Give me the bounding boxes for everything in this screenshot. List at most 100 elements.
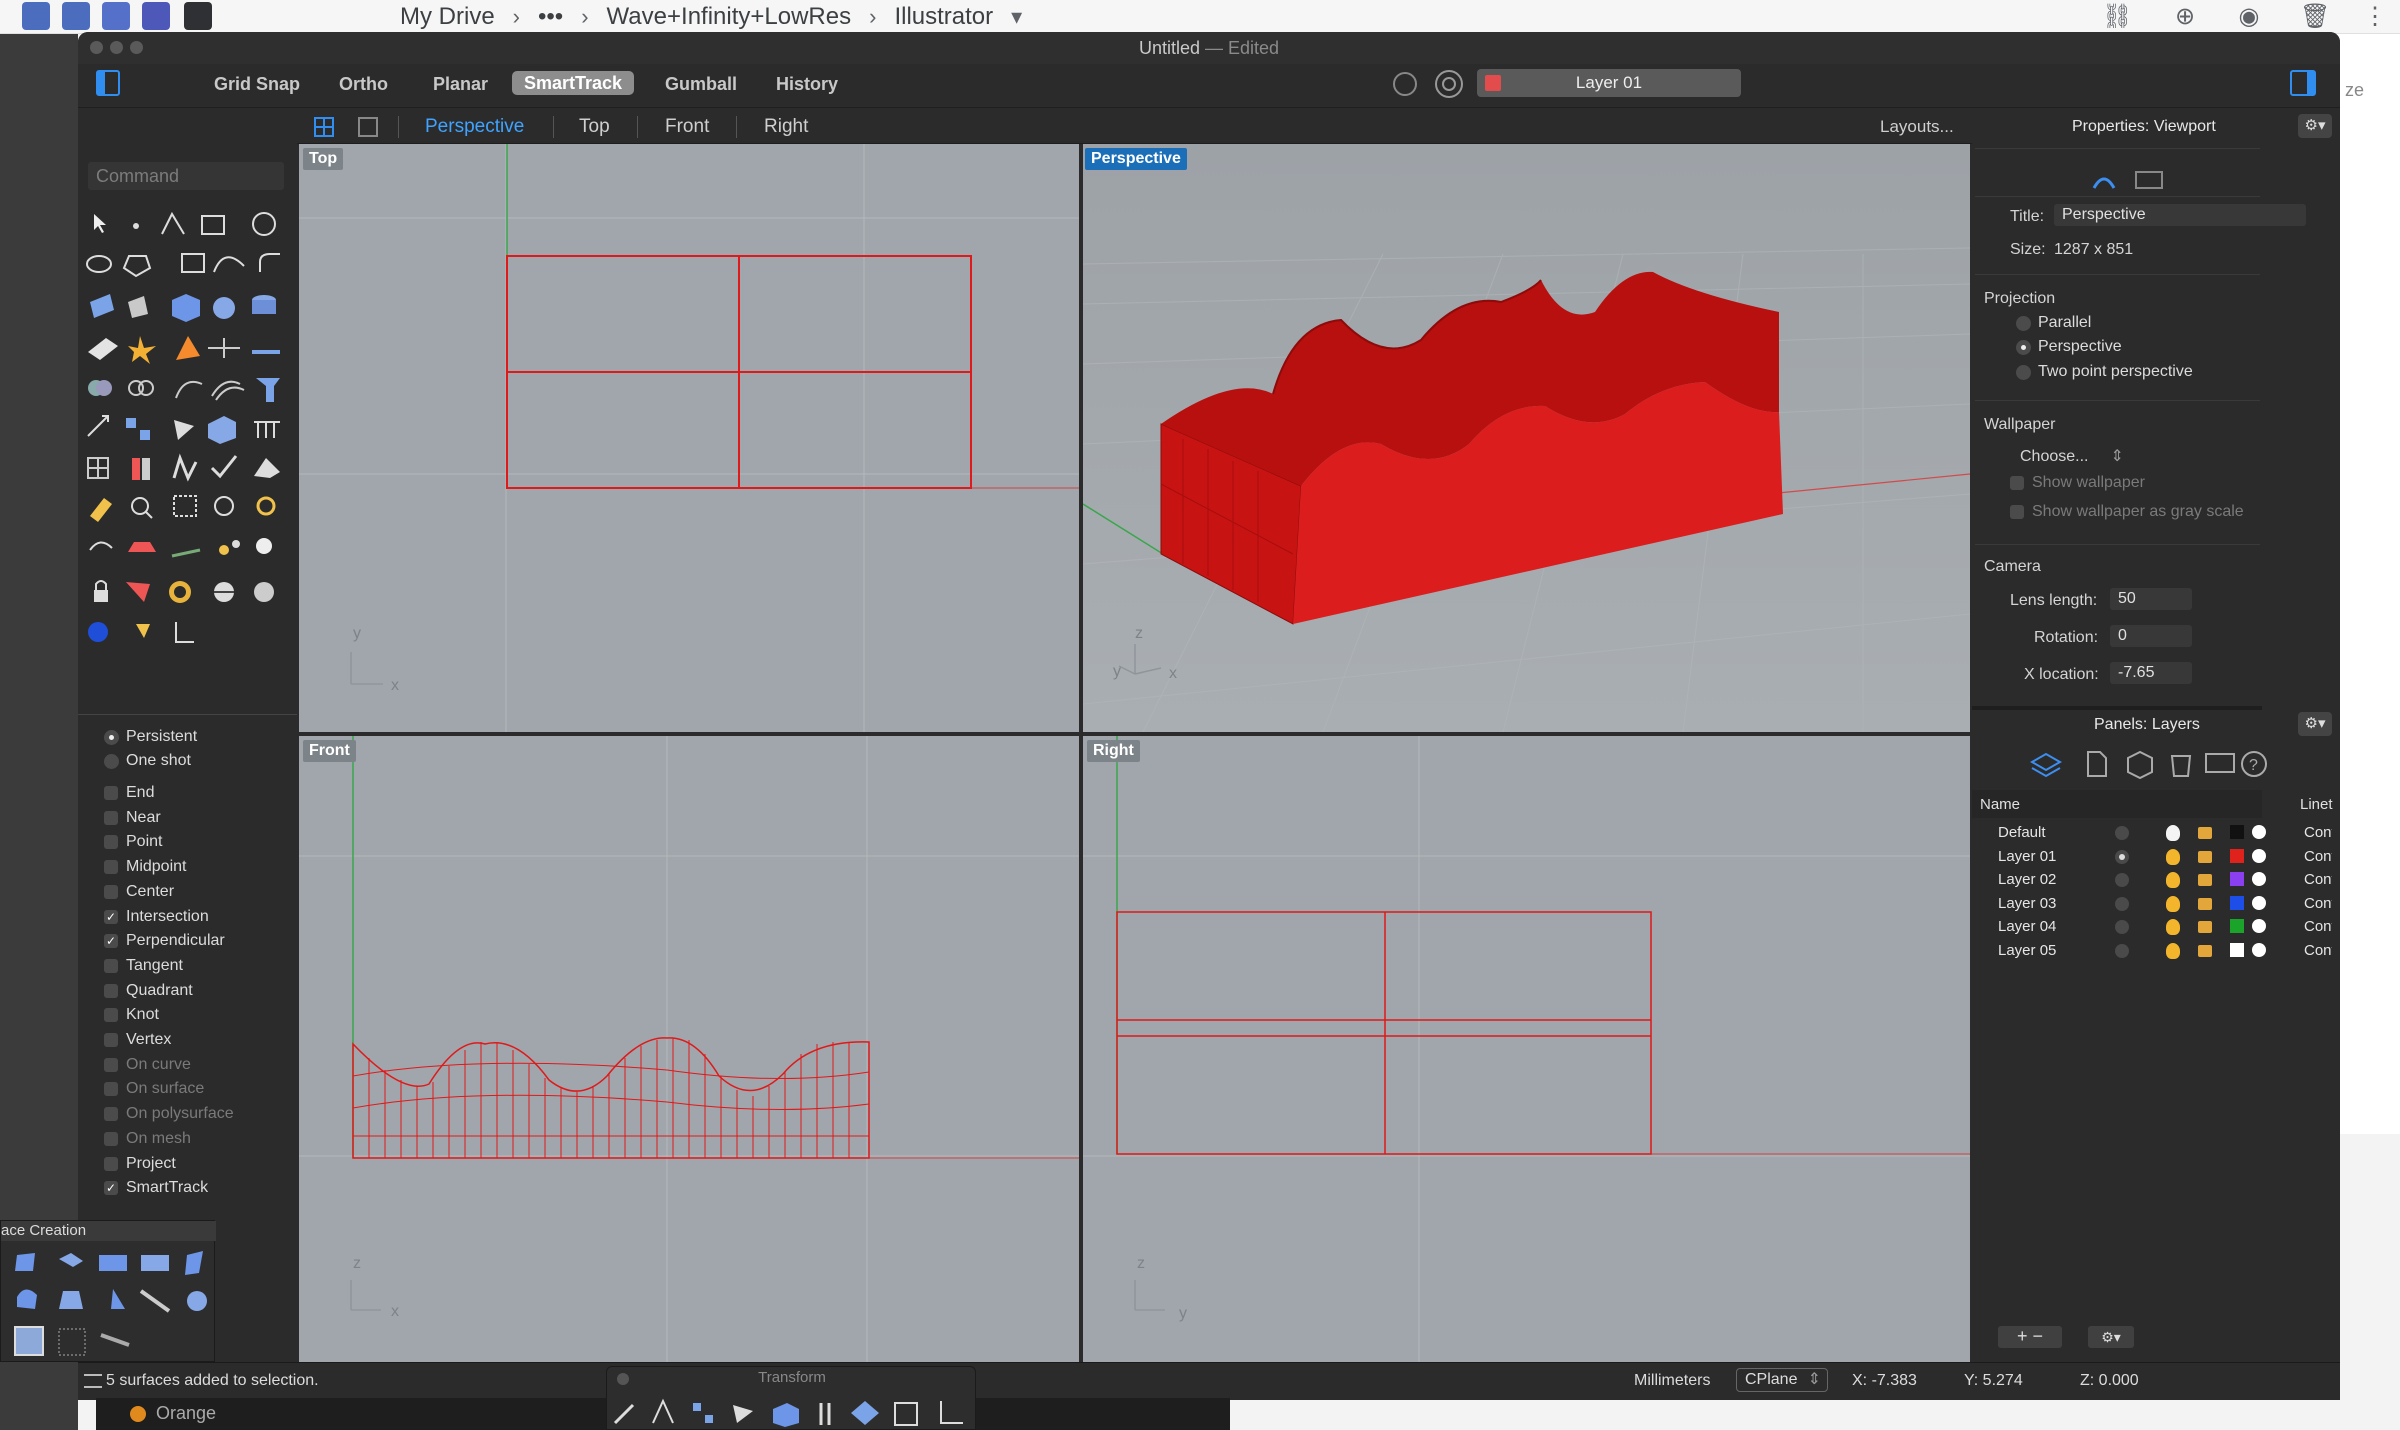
current-layer-selector[interactable]: Layer 01: [1477, 69, 1741, 97]
linetype-column-header[interactable]: Linet: [2300, 796, 2333, 813]
layer-color-swatch[interactable]: [2230, 919, 2244, 933]
trash-icon[interactable]: 🗑: [2300, 4, 2330, 30]
layer-row[interactable]: Layer 03 Cont: [1972, 893, 2332, 915]
wallpaper-choose-dropdown[interactable]: Choose... ⇕: [2020, 446, 2124, 466]
snap-midpoint-checkbox[interactable]: Midpoint: [104, 856, 186, 878]
viewport-title-top[interactable]: Top: [303, 148, 344, 170]
more-vert-icon[interactable]: ⋮: [2360, 4, 2390, 30]
orange-tag-label[interactable]: Orange: [156, 1403, 216, 1424]
snap-perpendicular-checkbox[interactable]: ✓ Perpendicular: [104, 930, 225, 952]
material-icon[interactable]: [2252, 895, 2266, 910]
snap-center-checkbox[interactable]: Center: [104, 881, 174, 903]
layer-row[interactable]: Layer 01 Cont: [1972, 846, 2332, 868]
x-location-input[interactable]: -7.65: [2110, 662, 2192, 684]
breadcrumb-my-drive[interactable]: My Drive: [400, 3, 495, 31]
layer-color-swatch[interactable]: [2230, 825, 2244, 839]
sidebar-toggle-left-icon[interactable]: [96, 70, 120, 96]
snap-point-checkbox[interactable]: Point: [104, 831, 162, 853]
title-input[interactable]: Perspective: [2054, 204, 2306, 226]
snap-on-mesh-checkbox[interactable]: On mesh: [104, 1128, 191, 1150]
grid-icon[interactable]: [102, 2, 130, 30]
rotation-input[interactable]: 0: [2110, 625, 2192, 647]
viewport-title-perspective[interactable]: Perspective: [1085, 148, 1187, 170]
unlock-icon[interactable]: [2198, 827, 2212, 839]
name-column-header[interactable]: Name: [1980, 796, 2020, 813]
viewport-front[interactable]: z x Front: [299, 736, 1079, 1362]
light-bulb-icon[interactable]: [2166, 919, 2180, 935]
light-bulb-icon[interactable]: [2166, 872, 2180, 888]
unlock-icon[interactable]: [2198, 850, 2212, 863]
layer-radio-icon[interactable]: [2115, 873, 2129, 887]
light-bulb-icon[interactable]: [2166, 848, 2180, 865]
snap-intersection-checkbox[interactable]: ✓ Intersection: [104, 906, 209, 928]
layer-linetype[interactable]: Cont: [2304, 869, 2332, 891]
layer-linetype[interactable]: Cont: [2304, 893, 2332, 915]
cplane-dropdown[interactable]: CPlane ⇕: [1736, 1368, 1828, 1392]
material-icon[interactable]: [2252, 919, 2266, 933]
units-label[interactable]: Millimeters: [1634, 1372, 1710, 1390]
smarttrack-button[interactable]: SmartTrack: [512, 71, 635, 95]
light-bulb-icon[interactable]: [2166, 825, 2180, 841]
light-bulb-icon[interactable]: [2166, 895, 2180, 912]
snap-quadrant-checkbox[interactable]: Quadrant: [104, 980, 193, 1002]
layer-color-swatch[interactable]: [2230, 895, 2244, 910]
layer-row[interactable]: Default Cont: [1972, 822, 2332, 844]
eye-icon[interactable]: ◉: [2234, 4, 2264, 30]
breadcrumb-more[interactable]: •••: [538, 3, 563, 31]
current-layer-dot-icon[interactable]: [2115, 849, 2129, 864]
viewport-right[interactable]: z y Right: [1083, 736, 1970, 1362]
snap-on-polysurface-checkbox[interactable]: On polysurface: [104, 1103, 234, 1125]
ortho-button[interactable]: Ortho: [339, 72, 388, 96]
breadcrumb-wave-folder[interactable]: Wave+Infinity+LowRes: [607, 3, 852, 31]
add-layer-button[interactable]: + −: [1998, 1326, 2062, 1348]
app-icon-2[interactable]: [62, 2, 90, 30]
layers-gear-icon[interactable]: ⚙▾: [2298, 712, 2332, 736]
tab-front[interactable]: Front: [665, 116, 709, 138]
layer-row[interactable]: Layer 05 Cont: [1972, 940, 2332, 962]
layer-radio-icon[interactable]: [2115, 920, 2129, 934]
app-icon-4[interactable]: [142, 2, 170, 30]
layer-radio-icon[interactable]: [2115, 943, 2129, 958]
tab-perspective[interactable]: Perspective: [425, 116, 524, 138]
viewport-top[interactable]: y x Top: [299, 144, 1079, 732]
snap-smarttrack-checkbox[interactable]: ✓ SmartTrack: [104, 1177, 208, 1199]
viewport-perspective[interactable]: z y x Perspective: [1083, 144, 1970, 732]
layouts-button[interactable]: Layouts...: [1880, 117, 1954, 137]
light-bulb-icon[interactable]: [2166, 942, 2180, 959]
layer-linetype[interactable]: Cont: [2304, 822, 2332, 844]
snap-project-checkbox[interactable]: Project: [104, 1153, 176, 1175]
layer-options-icon[interactable]: ⚙▾: [2088, 1326, 2134, 1348]
snap-vertex-checkbox[interactable]: Vertex: [104, 1029, 171, 1051]
viewport-title-right[interactable]: Right: [1087, 740, 1140, 762]
unlock-icon[interactable]: [2198, 921, 2212, 933]
projection-perspective-radio[interactable]: Perspective: [2016, 336, 2122, 358]
snap-end-checkbox[interactable]: End: [104, 782, 154, 804]
link-icon[interactable]: ⛓: [2102, 4, 2132, 30]
snap-tangent-checkbox[interactable]: Tangent: [104, 955, 183, 977]
record-history-icon[interactable]: [1393, 72, 1417, 96]
layer-color-swatch[interactable]: [2230, 942, 2244, 957]
history-button[interactable]: History: [776, 72, 838, 96]
viewport-title-front[interactable]: Front: [303, 740, 356, 762]
unlock-icon[interactable]: [2198, 897, 2212, 910]
breadcrumb-illustrator[interactable]: Illustrator: [894, 3, 993, 31]
sidebar-toggle-right-icon[interactable]: [2290, 70, 2316, 96]
show-wallpaper-checkbox[interactable]: Show wallpaper: [2010, 472, 2145, 494]
unlock-icon[interactable]: [2198, 874, 2212, 886]
filter-icon[interactable]: [1435, 70, 1463, 98]
planar-button[interactable]: Planar: [433, 72, 488, 96]
dropdown-caret-icon[interactable]: ▾: [1011, 4, 1022, 30]
show-gray-checkbox[interactable]: Show wallpaper as gray scale: [2010, 501, 2244, 523]
snap-on-surface-checkbox[interactable]: On surface: [104, 1078, 204, 1100]
layer-linetype[interactable]: Cont: [2304, 846, 2332, 868]
unlock-icon[interactable]: [2198, 944, 2212, 957]
tab-right[interactable]: Right: [764, 116, 808, 138]
material-icon[interactable]: [2252, 872, 2266, 886]
gumball-button[interactable]: Gumball: [665, 72, 737, 96]
material-icon[interactable]: [2252, 825, 2266, 839]
snap-on-curve-checkbox[interactable]: On curve: [104, 1054, 191, 1076]
material-icon[interactable]: [2252, 942, 2266, 957]
layer-radio-icon[interactable]: [2115, 896, 2129, 911]
app-icon-1[interactable]: [22, 2, 50, 30]
layer-color-swatch[interactable]: [2230, 848, 2244, 863]
